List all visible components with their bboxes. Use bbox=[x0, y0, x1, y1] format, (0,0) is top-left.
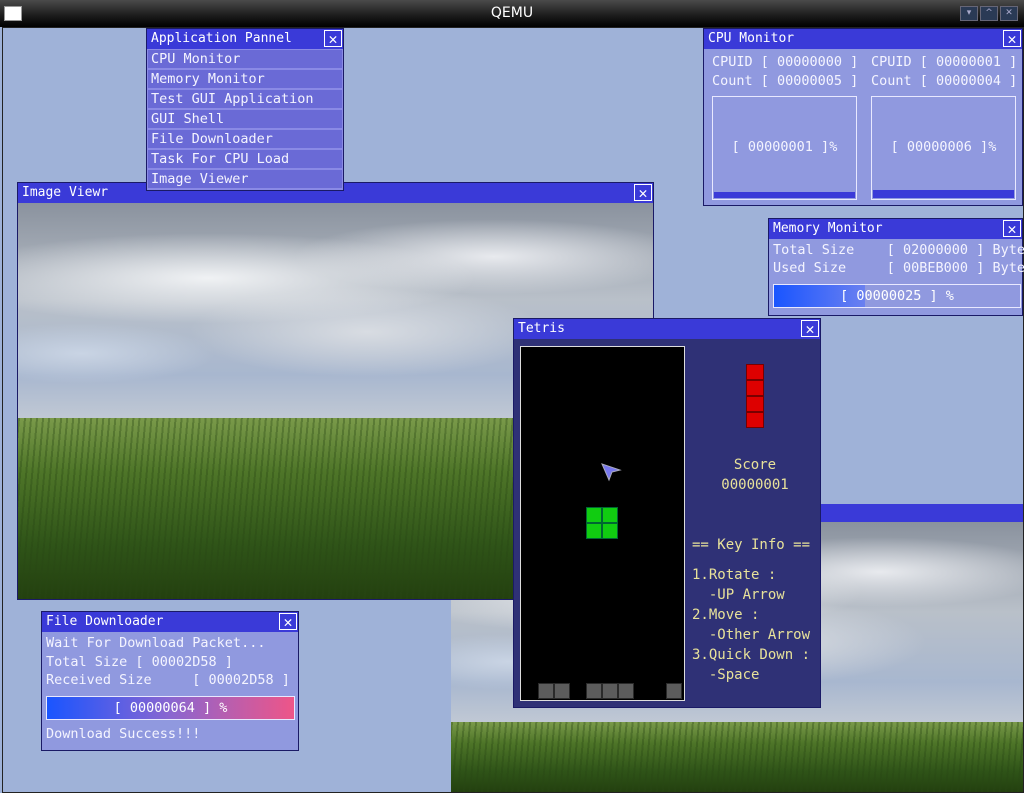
application-panel-title-bar[interactable]: Application Pannel bbox=[147, 29, 343, 49]
cpu0-count: Count [ 00000005 ] bbox=[712, 73, 859, 89]
menu-item-gui-shell[interactable]: GUI Shell bbox=[148, 110, 342, 129]
memory-monitor-close-icon[interactable]: ✕ bbox=[1003, 220, 1021, 237]
cpu0-load-text: [ 00000001 ]% bbox=[731, 139, 838, 155]
menu-item-test-gui-application[interactable]: Test GUI Application bbox=[148, 90, 342, 109]
download-progress-bar: [ 00000064 ] % bbox=[46, 696, 295, 720]
current-piece-cell bbox=[602, 523, 618, 539]
cpu0-load-bar bbox=[714, 192, 855, 198]
key-info-title: == Key Info == bbox=[692, 537, 811, 553]
key-info-line: 1.Rotate : bbox=[692, 567, 777, 583]
maximize-icon[interactable]: ^ bbox=[980, 6, 998, 21]
memory-monitor-title: Memory Monitor bbox=[773, 221, 883, 236]
tetris-close-icon[interactable]: ✕ bbox=[801, 320, 819, 337]
stack-cell bbox=[666, 683, 682, 699]
download-result: Download Success!!! bbox=[46, 726, 201, 742]
key-info-line: -Other Arrow bbox=[692, 627, 811, 643]
memory-total-size: Total Size [ 02000000 ] Byte bbox=[773, 242, 1024, 258]
stack-cell bbox=[618, 683, 634, 699]
qemu-window-title: QEMU bbox=[490, 5, 534, 21]
score-value: 00000001 bbox=[721, 477, 789, 493]
minimize-icon[interactable]: ▾ bbox=[960, 6, 978, 21]
cpu-monitor-window[interactable]: CPU Monitor ✕ CPUID [ 00000000 ] Count [… bbox=[703, 28, 1023, 206]
current-piece-cell bbox=[602, 507, 618, 523]
application-panel-close-icon[interactable]: ✕ bbox=[324, 30, 342, 47]
key-info-line: -UP Arrow bbox=[692, 587, 785, 603]
key-info-line: 2.Move : bbox=[692, 607, 760, 623]
stack-cell bbox=[538, 683, 554, 699]
tetris-play-field[interactable] bbox=[520, 346, 685, 701]
tetris-window[interactable]: Tetris ✕ Score 00000001 == Key Info == 1… bbox=[513, 318, 821, 708]
tetris-title: Tetris bbox=[518, 321, 565, 336]
key-info-line: -Space bbox=[692, 667, 760, 683]
memory-monitor-title-bar[interactable]: Memory Monitor bbox=[769, 219, 1022, 239]
memory-usage-text: [ 00000025 ] % bbox=[840, 288, 954, 304]
tetris-title-bar[interactable]: Tetris bbox=[514, 319, 820, 339]
menu-item-task-for-cpu-load[interactable]: Task For CPU Load bbox=[148, 150, 342, 169]
guest-desktop: Image Viewr ✕ Application Pannel ✕ CPU M… bbox=[2, 27, 1024, 793]
qemu-title-bar: QEMU ▾ ^ ✕ bbox=[0, 0, 1024, 27]
next-piece-cell bbox=[746, 412, 764, 428]
next-piece-cell bbox=[746, 380, 764, 396]
mouse-cursor-icon bbox=[601, 463, 622, 482]
menu-item-file-downloader[interactable]: File Downloader bbox=[148, 130, 342, 149]
download-received-size: Received Size [ 00002D58 ] bbox=[46, 672, 290, 688]
stack-cell bbox=[602, 683, 618, 699]
file-downloader-close-icon[interactable]: ✕ bbox=[279, 613, 297, 630]
image-viewer-title: Image Viewr bbox=[22, 185, 109, 200]
cpu-monitor-title-bar[interactable]: CPU Monitor bbox=[704, 29, 1022, 49]
current-piece-cell bbox=[586, 507, 602, 523]
download-progress-text: [ 00000064 ] % bbox=[113, 700, 228, 716]
stack-cell bbox=[554, 683, 570, 699]
cpu1-load-bar bbox=[873, 190, 1014, 198]
cpu1-load-text: [ 00000006 ]% bbox=[890, 139, 997, 155]
key-info-line: 3.Quick Down : bbox=[692, 647, 811, 663]
current-piece-cell bbox=[586, 523, 602, 539]
download-total-size: Total Size [ 00002D58 ] bbox=[46, 654, 233, 670]
cpu0-id: CPUID [ 00000000 ] bbox=[712, 54, 859, 70]
menu-item-memory-monitor[interactable]: Memory Monitor bbox=[148, 70, 342, 89]
menu-item-cpu-monitor[interactable]: CPU Monitor bbox=[148, 50, 342, 69]
file-downloader-title-bar[interactable]: File Downloader bbox=[42, 612, 298, 632]
close-icon[interactable]: ✕ bbox=[1000, 6, 1018, 21]
cpu-monitor-close-icon[interactable]: ✕ bbox=[1003, 30, 1021, 47]
next-piece-cell bbox=[746, 364, 764, 380]
file-downloader-title: File Downloader bbox=[46, 614, 164, 629]
cpu1-load-gauge: [ 00000006 ]% bbox=[871, 96, 1016, 200]
cpu0-load-gauge: [ 00000001 ]% bbox=[712, 96, 857, 200]
cpu1-id: CPUID [ 00000001 ] bbox=[871, 54, 1018, 70]
memory-used-size: Used Size [ 00BEB000 ] Byte bbox=[773, 260, 1024, 276]
menu-item-image-viewer[interactable]: Image Viewer bbox=[148, 170, 342, 189]
stack-cell bbox=[586, 683, 602, 699]
file-downloader-window[interactable]: File Downloader ✕ Wait For Download Pack… bbox=[41, 611, 299, 751]
score-label: Score bbox=[733, 457, 777, 473]
cpu1-count: Count [ 00000004 ] bbox=[871, 73, 1018, 89]
application-panel-title: Application Pannel bbox=[151, 31, 292, 46]
image-viewer-close-icon[interactable]: ✕ bbox=[634, 184, 652, 201]
memory-usage-bar: [ 00000025 ] % bbox=[773, 284, 1021, 308]
memory-monitor-window[interactable]: Memory Monitor ✕ Total Size [ 02000000 ]… bbox=[768, 218, 1024, 316]
download-status: Wait For Download Packet... bbox=[46, 635, 266, 651]
next-piece-cell bbox=[746, 396, 764, 412]
application-panel-window[interactable]: Application Pannel ✕ CPU Monitor Memory … bbox=[146, 28, 344, 191]
cpu-monitor-title: CPU Monitor bbox=[708, 31, 795, 46]
